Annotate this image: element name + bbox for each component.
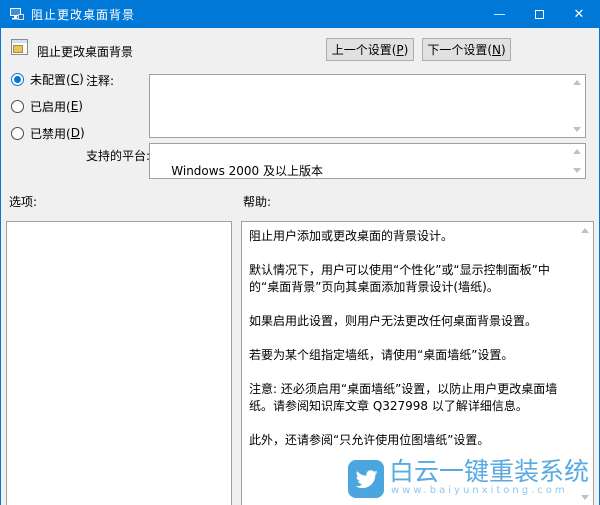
options-panel <box>6 221 232 505</box>
scroll-down-icon[interactable] <box>573 127 581 132</box>
radio-not-configured-label-suffix: ) <box>79 72 84 86</box>
help-paragraph: 若要为某个组指定墙纸，请使用“桌面墙纸”设置。 <box>249 348 514 362</box>
previous-setting-label: 上一个设置( <box>331 43 397 57</box>
policy-window-icon <box>10 8 24 20</box>
radio-not-configured-label: 未配置( <box>30 72 71 87</box>
maximize-icon <box>534 9 544 19</box>
radio-disabled-label-suffix: ) <box>79 126 85 140</box>
help-paragraph: 此外，还请参阅“只允许使用位图墙纸”设置。 <box>249 433 490 447</box>
setting-title: 阻止更改桌面背景 <box>37 45 134 59</box>
radio-enabled-label-suffix: ) <box>78 99 83 113</box>
help-paragraph: 注意: 还必须启用“桌面墙纸”设置，以防止用户更改桌面墙纸。请参阅知识库文章 Q… <box>249 382 558 413</box>
policy-setting-dialog: 阻止更改桌面背景 ✕ 阻止更改桌面背景 上一个设置(P) 下一个设置(N) 未配… <box>0 0 600 505</box>
scroll-down-icon[interactable] <box>581 495 589 500</box>
previous-setting-label-suffix: ) <box>403 42 409 57</box>
radio-icon <box>11 72 24 86</box>
radio-enabled[interactable]: 已启用(E) <box>11 98 83 114</box>
options-label: 选项: <box>9 195 38 209</box>
help-label: 帮助: <box>243 195 272 209</box>
radio-enabled-label: 已启用( <box>30 99 71 114</box>
previous-setting-accesskey: P <box>396 42 404 57</box>
radio-not-configured[interactable]: 未配置(C) <box>11 71 84 87</box>
previous-setting-button[interactable]: 上一个设置(P) <box>326 38 414 61</box>
scroll-up-icon[interactable] <box>573 80 581 85</box>
maximize-button[interactable] <box>519 0 559 28</box>
radio-disabled-accesskey: D <box>70 126 80 140</box>
next-setting-label-suffix: ) <box>500 42 506 57</box>
radio-icon <box>11 126 24 140</box>
close-icon: ✕ <box>573 6 585 22</box>
radio-disabled-label: 已禁用( <box>30 126 71 141</box>
minimize-icon <box>493 13 505 15</box>
group-policy-setting-icon <box>11 39 28 55</box>
radio-icon <box>11 99 24 113</box>
scroll-down-icon <box>573 168 581 173</box>
radio-disabled[interactable]: 已禁用(D) <box>11 125 85 141</box>
supported-platform-label: 支持的平台: <box>86 149 151 163</box>
supported-platform-value: Windows 2000 及以上版本 <box>171 164 324 178</box>
minimize-button[interactable] <box>479 0 519 28</box>
scroll-up-icon[interactable] <box>581 228 589 233</box>
help-paragraph: 阻止用户添加或更改桌面的背景设计。 <box>249 229 454 243</box>
close-button[interactable]: ✕ <box>559 0 599 28</box>
title-bar: 阻止更改桌面背景 ✕ <box>1 0 599 28</box>
help-paragraph: 默认情况下，用户可以使用“个性化”或“显示控制面板”中的“桌面背景”页向其桌面添… <box>249 263 550 294</box>
comment-textarea[interactable] <box>149 74 586 138</box>
next-setting-button[interactable]: 下一个设置(N) <box>422 38 511 61</box>
next-setting-label: 下一个设置( <box>427 43 492 57</box>
comment-label: 注释: <box>86 74 115 88</box>
scroll-up-icon <box>573 149 581 154</box>
help-panel[interactable]: 阻止用户添加或更改桌面的背景设计。 默认情况下，用户可以使用“个性化”或“显示控… <box>241 221 594 505</box>
radio-enabled-accesskey: E <box>70 99 79 113</box>
window-title: 阻止更改桌面背景 <box>31 7 136 22</box>
radio-not-configured-accesskey: C <box>70 72 80 86</box>
next-setting-accesskey: N <box>492 42 501 57</box>
help-paragraph: 如果启用此设置，则用户无法更改任何桌面背景设置。 <box>249 314 538 328</box>
supported-platform-box: Windows 2000 及以上版本 <box>149 143 586 179</box>
